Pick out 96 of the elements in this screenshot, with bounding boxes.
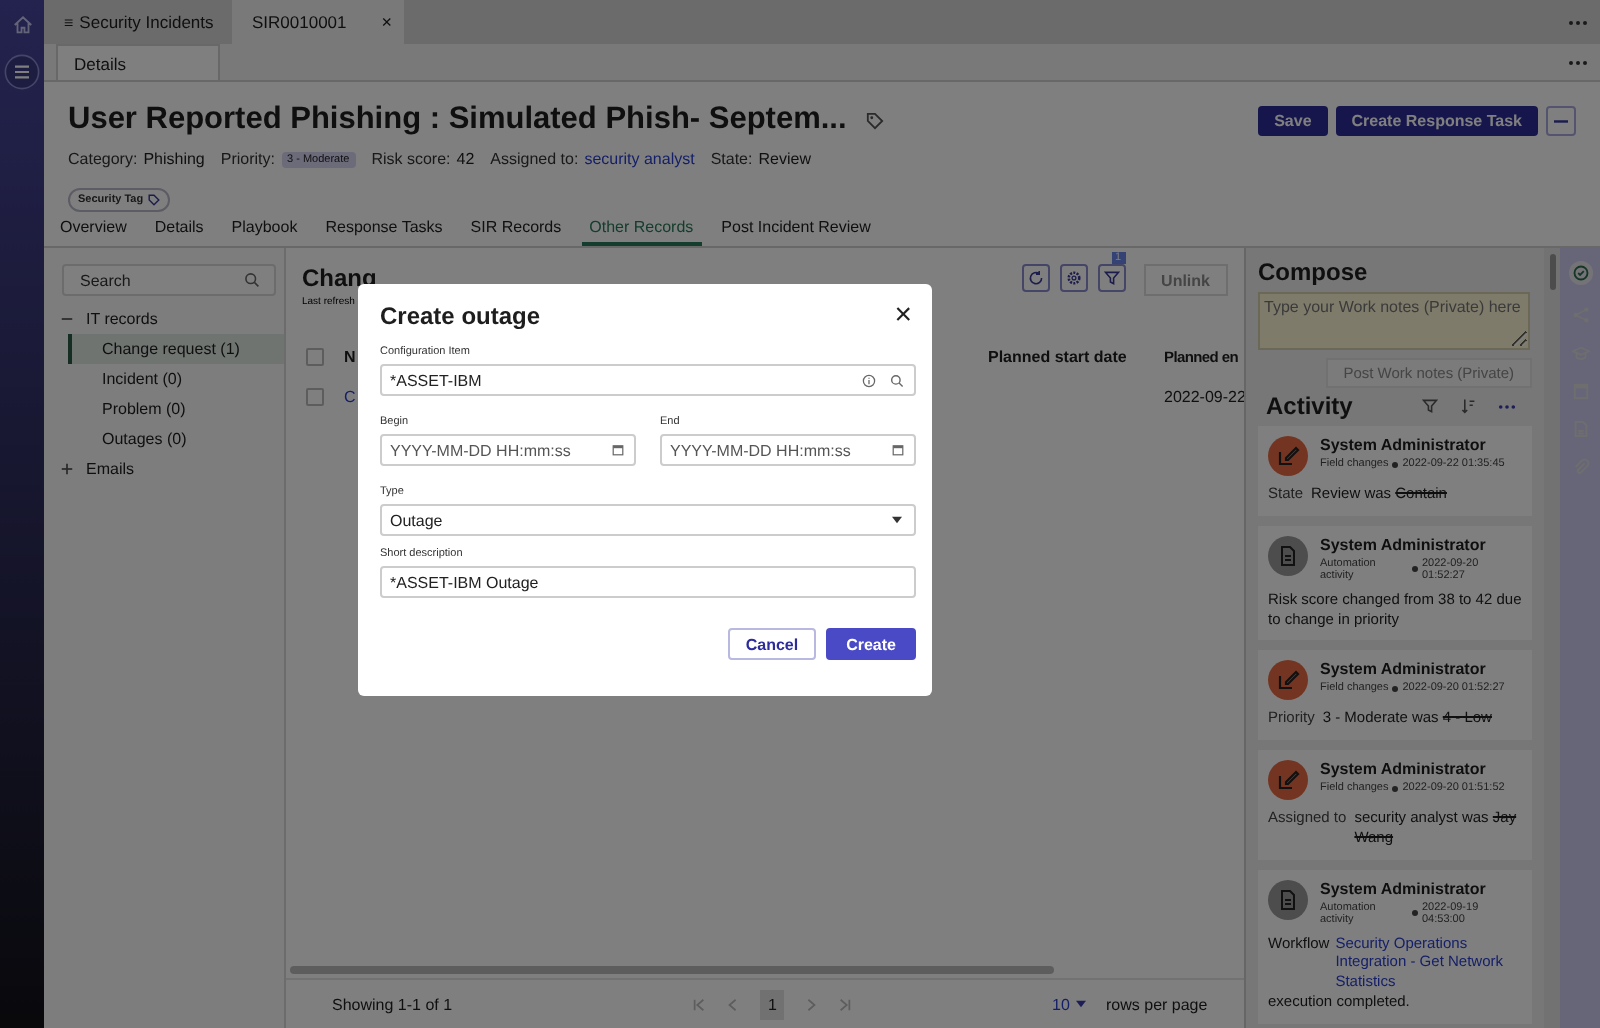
dialog-button[interactable]: Cancel	[727, 628, 817, 660]
action-button[interactable]: Create Response Task	[1335, 106, 1538, 136]
author-name: System Administrator	[1320, 760, 1488, 778]
calendar-icon[interactable]	[892, 443, 904, 455]
document-icon	[1268, 535, 1308, 576]
app-tab[interactable]: ≡ Security Incidents	[52, 0, 232, 44]
bullet-icon	[1392, 685, 1399, 692]
more-button[interactable]	[1546, 106, 1576, 136]
author-name: System Administrator	[1320, 535, 1488, 554]
meta-label: Priority:	[220, 150, 275, 168]
bullet-icon	[1412, 910, 1418, 916]
bullet-icon	[1412, 566, 1418, 573]
assignee-link[interactable]: security analyst	[584, 150, 695, 168]
meta-label: Category:	[68, 150, 138, 168]
tag-icon	[147, 194, 160, 206]
section-tab[interactable]: Details	[154, 218, 204, 246]
date-field[interactable]: YYYY-MM-DD HH:mm:ss	[660, 434, 916, 466]
bullet-icon	[1392, 785, 1399, 791]
calendar-icon[interactable]	[612, 443, 624, 455]
author-name: System Administrator	[1320, 879, 1488, 897]
record-tab[interactable]: Details	[56, 44, 220, 80]
tree-item[interactable]: Problem (0)	[68, 394, 284, 424]
meta-label: Assigned to:	[490, 150, 579, 168]
sort-icon[interactable]	[1460, 398, 1476, 414]
scrollbar-thumb[interactable]	[290, 966, 1054, 974]
tree-item[interactable]: Outages (0)	[68, 424, 284, 454]
section-tab[interactable]: Other Records	[581, 218, 702, 246]
rows-per-page-label: rows per page	[1106, 995, 1208, 1013]
activity-icon[interactable]	[1567, 260, 1593, 286]
more-icon[interactable]	[1568, 19, 1588, 25]
section-tab[interactable]: Response Tasks	[325, 218, 443, 246]
filter-icon[interactable]	[1422, 398, 1438, 414]
tree-item[interactable]: Incident (0)	[68, 364, 284, 394]
tree-item[interactable]: Change request (1)	[68, 334, 284, 364]
author-name: System Administrator	[1320, 660, 1488, 679]
edit-icon	[1268, 436, 1308, 476]
meta-value: 42	[456, 150, 475, 168]
plus-icon	[60, 462, 74, 476]
tag-icon[interactable]	[866, 111, 885, 129]
dialog-title: Create outage	[380, 301, 541, 329]
filter-icon	[1103, 270, 1120, 286]
meta-value: Phishing	[143, 150, 205, 168]
activity-title: Activity	[1266, 392, 1353, 420]
configuration-item-field[interactable]: *ASSET-IBM	[380, 364, 916, 396]
checkbox[interactable]	[306, 387, 324, 405]
meta-value: Review	[758, 150, 811, 168]
home-icon[interactable]	[11, 14, 33, 36]
section-tab[interactable]: Playbook	[231, 218, 298, 246]
caret-icon	[1075, 1000, 1086, 1008]
record-title: User Reported Phishing : Simulated Phish- Septem...	[68, 102, 847, 138]
type-select[interactable]: Outage	[380, 504, 916, 536]
more-icon[interactable]	[1498, 403, 1516, 409]
column-header[interactable]: Planned start date	[988, 347, 1164, 365]
app-tab[interactable]: SIR0010001 ×	[232, 0, 404, 44]
result-count: Showing 1-1 of 1	[332, 995, 455, 1013]
bullet-icon	[1392, 461, 1399, 467]
menu-icon[interactable]	[4, 54, 40, 90]
compose-title: Compose	[1258, 258, 1370, 286]
close-button[interactable]: ×	[890, 300, 916, 330]
author-name: System Administrator	[1320, 436, 1488, 454]
gear-icon	[1065, 270, 1082, 286]
refresh-icon	[1027, 270, 1044, 286]
section-tab[interactable]: SIR Records	[470, 218, 562, 246]
filter-button[interactable]	[1097, 264, 1126, 292]
minus-icon	[60, 312, 74, 326]
settings-button[interactable]	[1059, 264, 1088, 292]
info-icon[interactable]	[862, 373, 876, 387]
page-size-select[interactable]: 10	[1052, 995, 1106, 1013]
short-description-field[interactable]: *ASSET-IBM Outage	[380, 566, 916, 598]
previous-page-icon[interactable]	[726, 997, 740, 1011]
caret-icon	[892, 516, 902, 524]
checkbox[interactable]	[306, 347, 324, 365]
tree-group[interactable]: Emails	[52, 454, 284, 484]
last-page-icon[interactable]	[838, 997, 853, 1011]
page-number[interactable]: 1	[760, 989, 785, 1019]
action-button[interactable]: Save	[1258, 106, 1328, 136]
minus-icon	[1554, 119, 1568, 123]
edit-icon	[1268, 760, 1308, 800]
scrollbar-thumb[interactable]	[1549, 254, 1555, 290]
search-icon[interactable]	[890, 373, 904, 387]
section-tab[interactable]: Overview	[60, 218, 127, 246]
section-tab[interactable]: Post Incident Review	[721, 218, 871, 246]
search-field[interactable]: Search	[62, 264, 276, 296]
dialog-button[interactable]: Create	[826, 628, 916, 660]
document-icon	[1268, 879, 1308, 919]
refresh-button[interactable]	[1021, 264, 1050, 292]
meta-label: Risk score:	[371, 150, 451, 168]
meta-label: State:	[710, 150, 753, 168]
next-page-icon[interactable]	[804, 997, 819, 1011]
date-field[interactable]: YYYY-MM-DD HH:mm:ss	[380, 434, 636, 466]
tree-group[interactable]: IT records	[52, 304, 284, 334]
more-icon[interactable]	[1568, 59, 1588, 65]
first-page-icon[interactable]	[692, 997, 706, 1011]
search-icon	[244, 272, 260, 288]
work-notes-field[interactable]: Type your Work notes (Private) here	[1258, 292, 1530, 350]
edit-icon	[1268, 660, 1308, 701]
